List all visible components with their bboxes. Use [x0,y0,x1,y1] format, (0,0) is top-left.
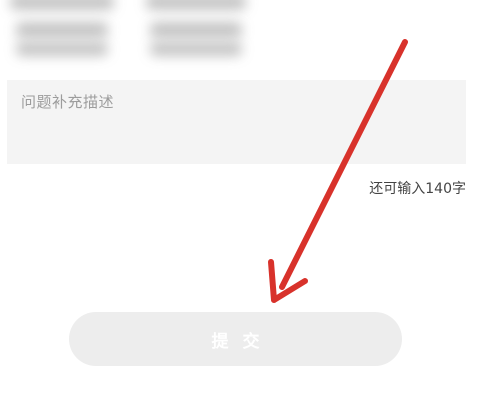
blurred-option[interactable] [16,42,108,56]
blurred-option[interactable] [16,22,108,38]
submit-button[interactable]: 提交 [69,312,402,366]
char-counter: 还可输入140字 [369,181,466,197]
blurred-option[interactable] [150,42,242,56]
description-textarea[interactable]: 问题补充描述 [7,80,466,164]
blurred-option[interactable] [146,0,246,10]
blurred-option[interactable] [10,0,114,10]
blurred-option[interactable] [150,22,242,38]
description-placeholder: 问题补充描述 [21,93,115,111]
submit-button-label: 提交 [211,331,274,352]
